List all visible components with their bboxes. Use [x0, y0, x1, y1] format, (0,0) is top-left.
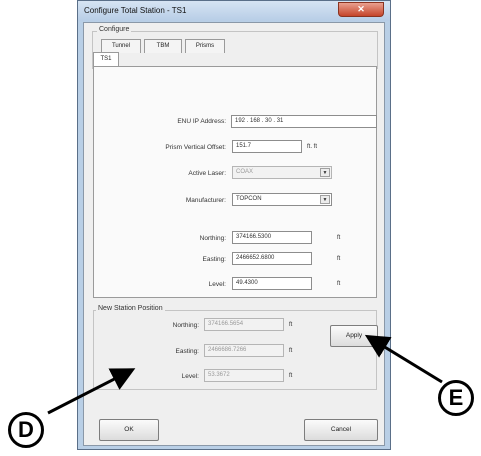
callout-d-arrow [47, 368, 136, 415]
callout-e-arrow [364, 334, 443, 384]
callout-arrows [47, 334, 443, 415]
callout-d: D [8, 412, 44, 448]
callout-e: E [438, 380, 474, 416]
